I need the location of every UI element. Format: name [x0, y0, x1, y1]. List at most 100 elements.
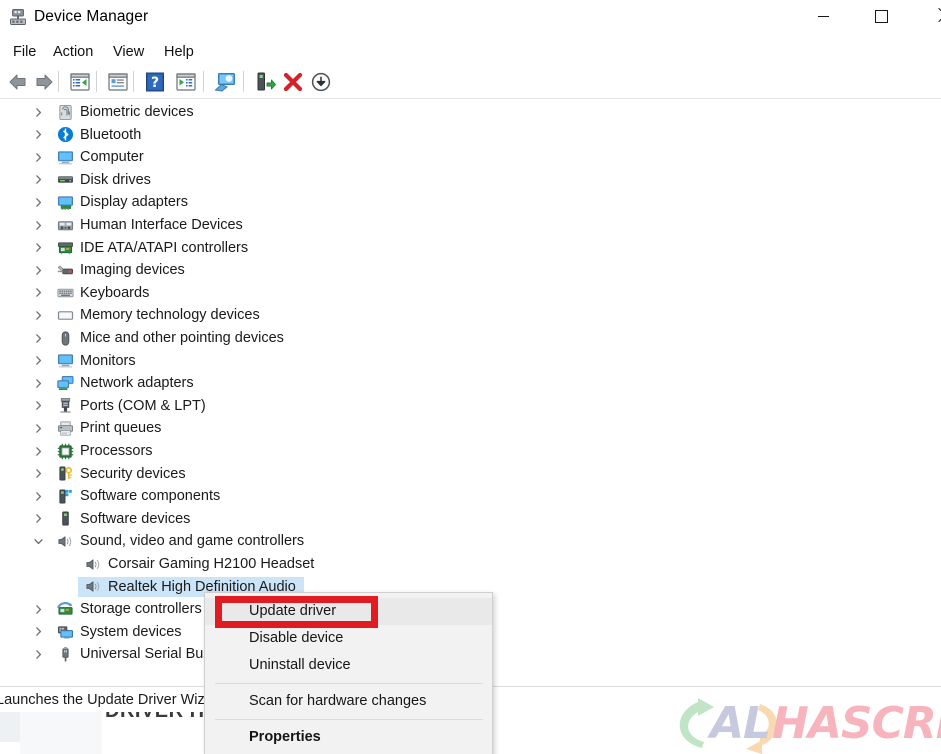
- chevron-right-icon[interactable]: [30, 285, 46, 301]
- chevron-right-icon[interactable]: [30, 443, 46, 459]
- tree-item-label: Sound, video and game controllers: [80, 533, 305, 550]
- chevron-right-icon[interactable]: [30, 172, 46, 188]
- context-menu-item[interactable]: Disable device: [205, 625, 492, 652]
- tree-item[interactable]: Monitors: [0, 350, 941, 372]
- uninstall-device-icon[interactable]: [281, 70, 305, 94]
- usb-icon: [56, 645, 74, 663]
- close-icon: [933, 10, 941, 23]
- menu-file[interactable]: File: [10, 39, 39, 65]
- tree-item-label: Corsair Gaming H2100 Headset: [108, 556, 315, 572]
- chevron-right-icon[interactable]: [30, 127, 46, 143]
- memory-tech-icon: [56, 306, 74, 324]
- context-menu-item[interactable]: Uninstall device: [205, 652, 492, 679]
- tree-item[interactable]: Ports (COM & LPT): [0, 395, 941, 417]
- mouse-icon: [56, 329, 74, 347]
- tree-item[interactable]: Software components: [0, 485, 941, 507]
- computer-icon: [56, 148, 74, 166]
- context-menu-item[interactable]: Scan for hardware changes: [205, 688, 492, 715]
- tree-item[interactable]: Processors: [0, 440, 941, 462]
- chevron-right-icon[interactable]: [30, 398, 46, 414]
- tree-item-label: Bluetooth: [80, 126, 142, 143]
- minimize-button[interactable]: [800, 0, 846, 32]
- tree-item[interactable]: Mice and other pointing devices: [0, 327, 941, 349]
- menu-view[interactable]: View: [110, 39, 147, 65]
- update-driver-icon[interactable]: [253, 70, 277, 94]
- chevron-down-icon[interactable]: [30, 533, 46, 549]
- chevron-right-icon[interactable]: [30, 262, 46, 278]
- context-menu-item[interactable]: Properties: [205, 724, 492, 751]
- tree-item[interactable]: Memory technology devices: [0, 304, 941, 326]
- storage-controller-icon: [56, 600, 74, 618]
- tree-item[interactable]: Network adapters: [0, 372, 941, 394]
- tree-item-label: Storage controllers: [80, 601, 202, 618]
- tree-item[interactable]: Bluetooth: [0, 124, 941, 146]
- tree-item[interactable]: Keyboards: [0, 282, 941, 304]
- maximize-button[interactable]: [858, 0, 904, 32]
- chevron-right-icon[interactable]: [30, 194, 46, 210]
- tree-item[interactable]: Human Interface Devices: [0, 214, 941, 236]
- sound-icon: [84, 555, 102, 573]
- tree-item[interactable]: Sound, video and game controllers: [0, 530, 941, 552]
- chevron-right-icon[interactable]: [30, 488, 46, 504]
- chevron-right-icon[interactable]: [30, 624, 46, 640]
- tree-item-label: Human Interface Devices: [80, 217, 243, 233]
- scan-hardware-changes-icon[interactable]: [213, 70, 237, 94]
- tree-item-label: Universal Serial Bus: [80, 646, 211, 663]
- chevron-right-icon[interactable]: [30, 466, 46, 482]
- chevron-right-icon[interactable]: [30, 307, 46, 323]
- chevron-right-icon[interactable]: [30, 511, 46, 527]
- tree-item[interactable]: Disk drives: [0, 169, 941, 191]
- back-icon[interactable]: [6, 70, 30, 94]
- svg-text:?: ?: [151, 75, 159, 91]
- tree-item[interactable]: Corsair Gaming H2100 Headset: [0, 553, 941, 575]
- disable-device-icon[interactable]: [309, 70, 333, 94]
- device-manager-icon: [9, 8, 27, 26]
- menu-bar: File Action View Help: [0, 39, 941, 65]
- chevron-right-icon[interactable]: [30, 240, 46, 256]
- sound-icon: [56, 532, 74, 550]
- security-device-icon: [56, 465, 74, 483]
- properties-icon[interactable]: [106, 70, 130, 94]
- show-hide-console-tree-icon[interactable]: [68, 70, 92, 94]
- context-menu[interactable]: Update driver Disable device Uninstall dev…: [204, 592, 493, 754]
- toolbar: ?: [0, 66, 941, 99]
- software-device-icon: [56, 510, 74, 528]
- title-bar: Device Manager: [0, 0, 941, 34]
- tree-item[interactable]: Biometric devices: [0, 101, 941, 123]
- chevron-right-icon[interactable]: [30, 217, 46, 233]
- tree-item[interactable]: IDE ATA/ATAPI controllers: [0, 237, 941, 259]
- show-hide-action-pane-icon[interactable]: [174, 70, 198, 94]
- chevron-right-icon[interactable]: [30, 104, 46, 120]
- context-menu-item[interactable]: Update driver: [205, 598, 492, 625]
- tree-item[interactable]: Computer: [0, 146, 941, 168]
- tree-item[interactable]: Security devices: [0, 463, 941, 485]
- toolbar-separator: [133, 71, 134, 92]
- chevron-right-icon[interactable]: [30, 601, 46, 617]
- chevron-right-icon[interactable]: [30, 353, 46, 369]
- keyboard-icon: [56, 284, 74, 302]
- tree-item-label: Keyboards: [80, 284, 150, 301]
- chevron-right-icon[interactable]: [30, 330, 46, 346]
- tree-item-label: Mice and other pointing devices: [80, 330, 284, 346]
- chevron-right-icon[interactable]: [30, 646, 46, 662]
- chevron-right-icon[interactable]: [30, 375, 46, 391]
- tree-item[interactable]: Display adapters: [0, 191, 941, 213]
- context-menu-item-label: Disable device: [249, 630, 344, 646]
- hid-icon: [56, 216, 74, 234]
- help-icon[interactable]: ?: [143, 70, 167, 94]
- tree-item-label: IDE ATA/ATAPI controllers: [80, 239, 249, 256]
- chevron-right-icon[interactable]: [30, 149, 46, 165]
- tree-item-label: System devices: [80, 623, 182, 640]
- forward-icon[interactable]: [32, 70, 56, 94]
- tree-item[interactable]: Software devices: [0, 508, 941, 530]
- menu-action[interactable]: Action: [50, 39, 96, 65]
- context-menu-separator: [215, 719, 483, 720]
- toolbar-separator: [96, 71, 97, 92]
- bluetooth-icon: [56, 126, 74, 144]
- menu-help[interactable]: Help: [161, 39, 197, 65]
- tree-item[interactable]: Imaging devices: [0, 259, 941, 281]
- tree-item[interactable]: Print queues: [0, 417, 941, 439]
- chevron-right-icon[interactable]: [30, 420, 46, 436]
- close-button[interactable]: [916, 0, 941, 32]
- background-strip-panel: [20, 712, 102, 754]
